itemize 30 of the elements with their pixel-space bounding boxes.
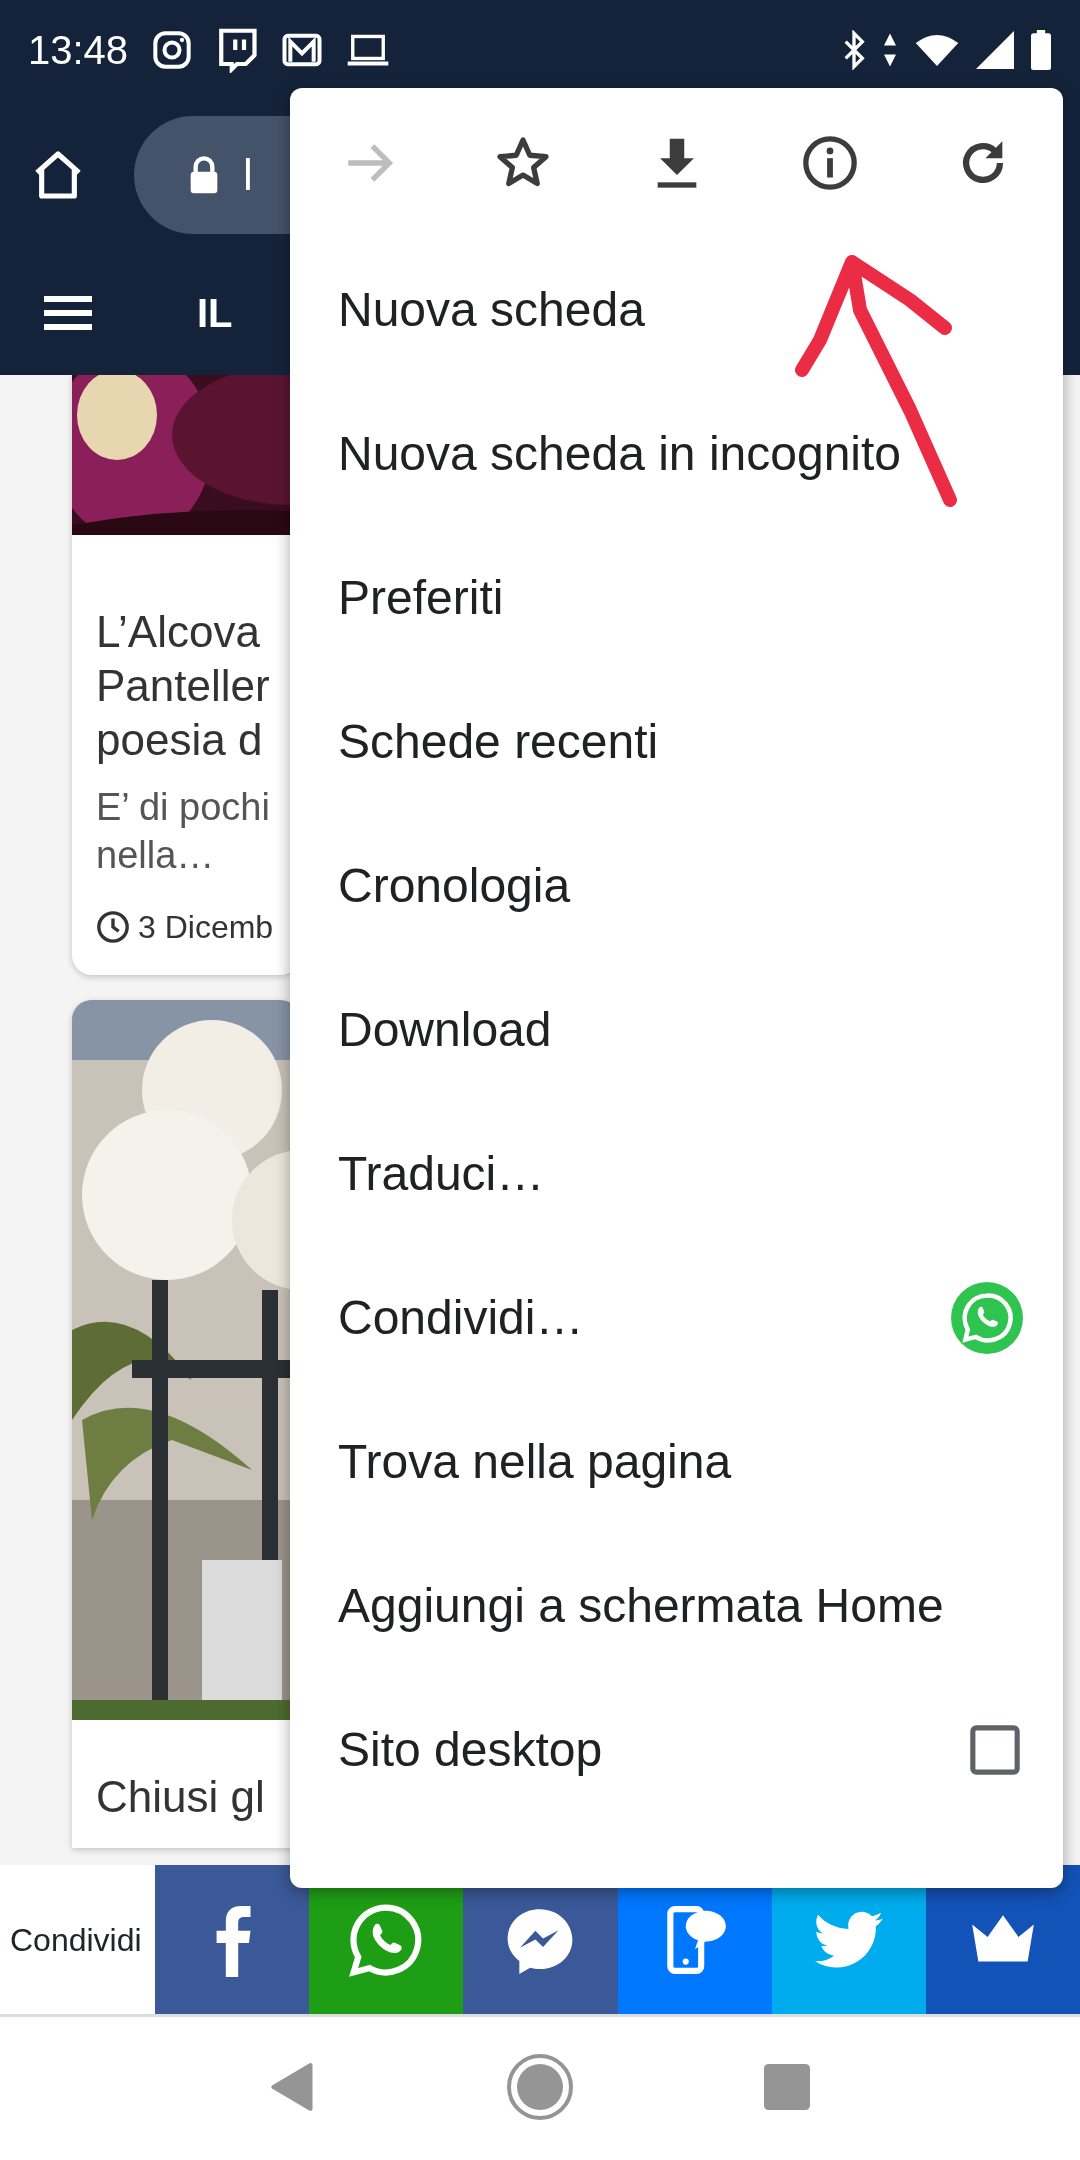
clock-time: 13:48 bbox=[28, 27, 129, 74]
article-title-line: L’Alcova bbox=[96, 606, 261, 658]
home-button-icon[interactable] bbox=[506, 2053, 574, 2121]
laptop-icon bbox=[346, 33, 391, 67]
checkbox[interactable] bbox=[967, 1722, 1023, 1778]
clock-icon bbox=[96, 910, 130, 944]
wifi-icon bbox=[914, 32, 960, 68]
chat-bubble-icon bbox=[216, 27, 259, 73]
info-icon bbox=[800, 134, 859, 192]
menu-icon[interactable] bbox=[44, 294, 92, 331]
article-excerpt-line: E’ di pochi bbox=[96, 785, 271, 830]
battery-icon bbox=[1030, 30, 1052, 70]
data-arrows-icon bbox=[882, 32, 898, 68]
article-title-line: Chiusi gl bbox=[96, 1771, 266, 1823]
whatsapp-icon bbox=[951, 1282, 1023, 1354]
share-label: Condividi bbox=[9, 1920, 143, 1960]
camera-icon bbox=[152, 30, 193, 70]
url-text: l bbox=[243, 149, 253, 201]
whatsapp-icon bbox=[349, 1902, 424, 1977]
back-icon[interactable] bbox=[270, 2061, 316, 2113]
bluetooth-icon bbox=[842, 30, 866, 70]
signal-icon bbox=[976, 31, 1014, 69]
article-title-line: poesia d bbox=[96, 714, 264, 766]
lock-icon bbox=[189, 155, 219, 195]
article-title-line: Panteller bbox=[96, 660, 271, 712]
article-date: 3 Dicemb bbox=[138, 908, 274, 947]
article-excerpt-line: nella… bbox=[96, 833, 216, 878]
mail-icon bbox=[282, 33, 323, 67]
site-title: IL bbox=[197, 289, 233, 337]
share-button[interactable] bbox=[155, 1865, 310, 2014]
